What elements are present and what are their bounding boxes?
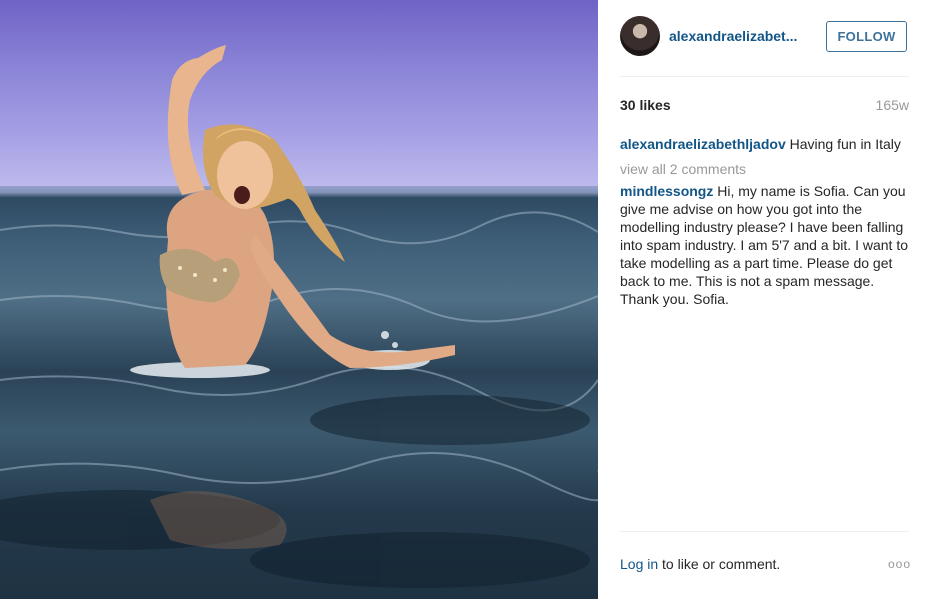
caption-username[interactable]: alexandraelizabethljadov	[620, 136, 786, 152]
comment: mindlessongz Hi, my name is Sofia. Can y…	[620, 182, 915, 308]
post-details-panel: alexandraelizabet... FOLLOW 30 likes 165…	[598, 0, 933, 599]
login-prompt: Log in to like or comment.	[620, 556, 780, 572]
caption-text: Having fun in Italy	[785, 136, 901, 152]
caption: alexandraelizabethljadov Having fun in I…	[620, 135, 915, 153]
comments-section: alexandraelizabethljadov Having fun in I…	[620, 135, 915, 308]
profile-avatar[interactable]	[620, 16, 660, 56]
follow-button[interactable]: FOLLOW	[826, 21, 907, 52]
header-divider	[620, 76, 909, 77]
likes-count[interactable]: 30 likes	[620, 97, 671, 113]
post-header: alexandraelizabet... FOLLOW	[620, 16, 909, 60]
comment-username[interactable]: mindlessongz	[620, 183, 713, 199]
comment-text: Hi, my name is Sofia. Can you give me ad…	[620, 183, 909, 307]
photo-illustration	[0, 45, 598, 588]
view-all-comments-link[interactable]: view all 2 comments	[620, 160, 915, 178]
post-photo[interactable]	[0, 0, 598, 599]
post-age[interactable]: 165w	[876, 97, 909, 113]
more-options-icon[interactable]: ooo	[888, 557, 911, 571]
login-link[interactable]: Log in	[620, 556, 658, 572]
post-username[interactable]: alexandraelizabet...	[669, 28, 797, 44]
footer-divider	[620, 531, 909, 532]
login-prompt-text: to like or comment.	[658, 556, 781, 572]
